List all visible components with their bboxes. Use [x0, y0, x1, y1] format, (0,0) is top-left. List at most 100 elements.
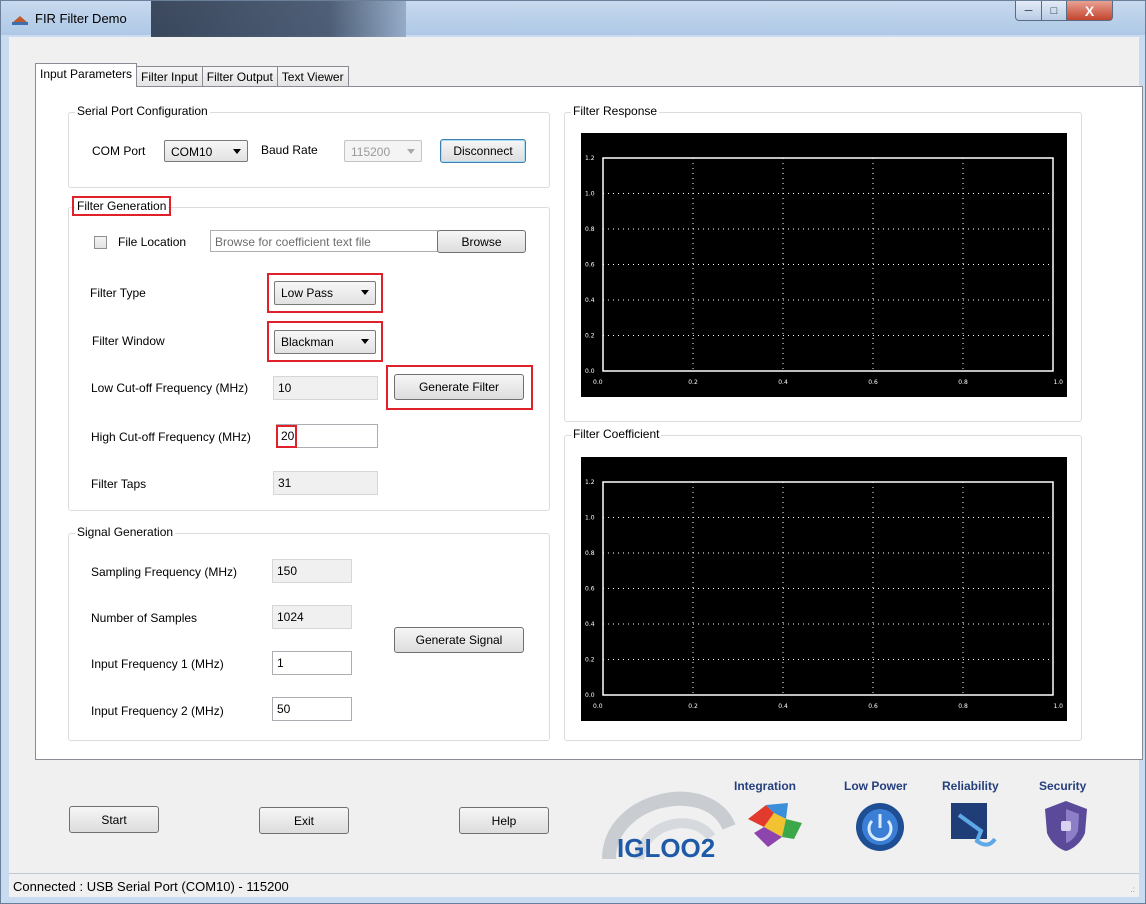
tab-filter-output[interactable]: Filter Output [201, 66, 278, 87]
integration-label: Integration [734, 779, 796, 793]
filter-generation-group-title: Filter Generation [71, 196, 172, 216]
baud-rate-label: Baud Rate [261, 143, 318, 157]
y-tick-label: 1.2 [585, 155, 595, 162]
x-tick-label: 0.2 [688, 379, 698, 386]
minimize-icon: ─ [1024, 4, 1033, 17]
high-cutoff-highlight [276, 425, 297, 448]
y-tick-label: 0.8 [585, 550, 595, 557]
number-of-samples-field[interactable]: 1024 [272, 605, 352, 629]
generate-filter-highlight [386, 365, 533, 410]
start-button[interactable]: Start [69, 806, 159, 833]
reliability-label: Reliability [942, 779, 999, 793]
com-port-label: COM Port [92, 144, 146, 158]
y-tick-label: 0.4 [585, 297, 595, 304]
sampling-frequency-label: Sampling Frequency (MHz) [91, 565, 238, 579]
x-tick-label: 0.8 [958, 703, 968, 710]
input-frequency-1-label: Input Frequency 1 (MHz) [91, 657, 224, 671]
filter-response-group-title: Filter Response [571, 104, 660, 118]
signal-generation-group-title: Signal Generation [75, 525, 176, 539]
title-bar-shade [151, 1, 406, 39]
igloo2-logo: IGLOO2 [599, 767, 739, 877]
tab-input-parameters[interactable]: Input Parameters [35, 63, 138, 87]
x-tick-label: 0.8 [958, 379, 968, 386]
y-tick-label: 0.2 [585, 657, 595, 664]
chevron-down-icon [407, 149, 415, 154]
exit-button[interactable]: Exit [259, 807, 349, 834]
baud-rate-value: 115200 [351, 145, 391, 159]
y-tick-label: 0.6 [585, 262, 595, 269]
close-icon: X [1084, 2, 1095, 19]
app-window: FIR Filter Demo ─ □ X Input Parameters F… [0, 0, 1146, 904]
x-tick-label: 0.6 [868, 379, 878, 386]
app-icon [12, 16, 28, 25]
serial-port-group-title: Serial Port Configuration [75, 104, 210, 118]
number-of-samples-label: Number of Samples [91, 611, 198, 625]
filter-response-chart: 0.0 0.2 0.4 0.6 0.8 1.0 1.2 0.0 0.2 0.4 0.6 0.8 1.0 [581, 133, 1067, 397]
security-label: Security [1039, 779, 1087, 793]
chevron-down-icon [233, 149, 241, 154]
y-tick-label: 0.2 [585, 333, 595, 340]
x-tick-label: 1.0 [1053, 379, 1063, 386]
filter-window-highlight [267, 321, 383, 362]
minimize-button[interactable]: ─ [1015, 1, 1042, 21]
x-tick-label: 0.0 [593, 379, 603, 386]
filter-coefficient-chart: 0.0 0.2 0.4 0.6 0.8 1.0 1.2 0.0 0.2 0.4 0.6 0.8 1.0 [581, 457, 1067, 721]
low-power-label: Low Power [844, 779, 908, 793]
generate-signal-button[interactable]: Generate Signal [394, 627, 524, 653]
coefficient-file-input[interactable]: Browse for coefficient text file [210, 230, 438, 252]
power-icon [856, 803, 904, 851]
client-area: Input Parameters Filter Input Filter Out… [9, 37, 1143, 897]
y-tick-label: 0.6 [585, 586, 595, 593]
tab-text-viewer[interactable]: Text Viewer [276, 66, 349, 87]
y-tick-label: 1.0 [585, 515, 595, 522]
x-tick-label: 0.2 [688, 703, 698, 710]
filter-taps-label: Filter Taps [91, 477, 147, 491]
y-tick-label: 1.2 [585, 479, 595, 486]
title-bar[interactable]: FIR Filter Demo ─ □ X [1, 1, 1145, 39]
igloo2-logo-text: IGLOO2 [617, 833, 716, 863]
file-location-label: File Location [118, 235, 187, 249]
resize-grip-icon[interactable]: .: [1131, 885, 1135, 894]
window-title: FIR Filter Demo [35, 11, 127, 26]
file-location-checkbox[interactable] [94, 236, 107, 249]
y-tick-label: 0.4 [585, 621, 595, 628]
maximize-button[interactable]: □ [1041, 1, 1067, 21]
filter-window-label: Filter Window [92, 334, 165, 348]
x-tick-label: 1.0 [1053, 703, 1063, 710]
puzzle-icon [748, 803, 802, 847]
close-button[interactable]: X [1066, 1, 1113, 21]
high-cutoff-label: High Cut-off Frequency (MHz) [91, 430, 251, 444]
disconnect-button[interactable]: Disconnect [440, 139, 526, 163]
tab-filter-input[interactable]: Filter Input [136, 66, 203, 87]
x-tick-label: 0.4 [778, 379, 788, 386]
browse-button[interactable]: Browse [437, 230, 526, 253]
com-port-select[interactable]: COM10 [164, 140, 248, 162]
filter-coefficient-plot: 0.0 0.2 0.4 0.6 0.8 1.0 1.2 0.0 0.2 0.4 0.6 0.8 1.0 [585, 479, 1063, 710]
filter-type-label: Filter Type [90, 286, 146, 300]
low-cutoff-label: Low Cut-off Frequency (MHz) [91, 381, 249, 395]
input-frequency-2-input[interactable]: 50 [272, 697, 352, 721]
status-bar: Connected : USB Serial Port (COM10) - 11… [9, 873, 1139, 897]
input-frequency-1-input[interactable]: 1 [272, 651, 352, 675]
shield-icon [1045, 801, 1087, 851]
filter-response-plot: 0.0 0.2 0.4 0.6 0.8 1.0 1.2 0.0 0.2 0.4 0.6 0.8 1.0 [585, 155, 1063, 386]
tab-strip: Input Parameters Filter Input Filter Out… [35, 63, 349, 87]
filter-taps-field[interactable]: 31 [273, 471, 378, 495]
baud-rate-select[interactable]: 115200 [344, 140, 422, 162]
x-tick-label: 0.0 [593, 703, 603, 710]
maximize-icon: □ [1050, 4, 1058, 17]
y-tick-label: 1.0 [585, 191, 595, 198]
filter-type-highlight [267, 273, 383, 313]
x-tick-label: 0.4 [778, 703, 788, 710]
sampling-frequency-field[interactable]: 150 [272, 559, 352, 583]
reliability-icon [951, 803, 997, 847]
input-parameters-page: Serial Port Configuration COM Port COM10… [35, 86, 1143, 760]
y-tick-label: 0.8 [585, 226, 595, 233]
com-port-value: COM10 [171, 145, 213, 159]
low-cutoff-field[interactable]: 10 [273, 376, 378, 400]
input-frequency-2-label: Input Frequency 2 (MHz) [91, 704, 224, 718]
y-tick-label: 0.0 [585, 692, 595, 699]
x-tick-label: 0.6 [868, 703, 878, 710]
help-button[interactable]: Help [459, 807, 549, 834]
filter-coefficient-group-title: Filter Coefficient [571, 427, 662, 441]
